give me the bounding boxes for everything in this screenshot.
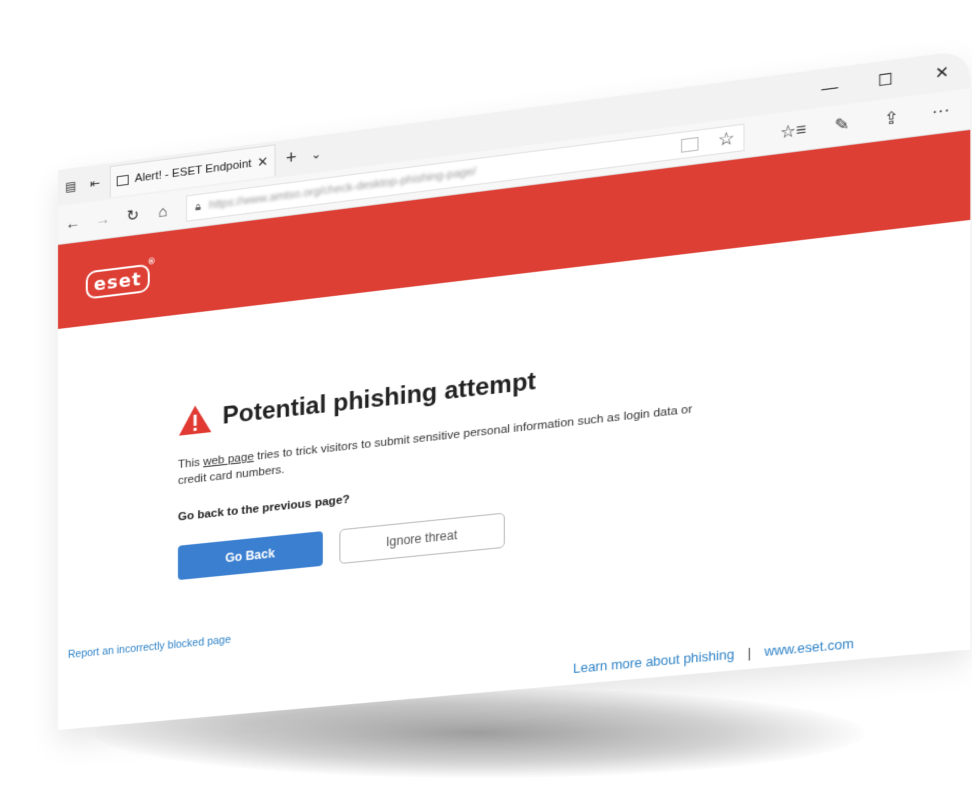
favorites-icon[interactable]: ☆≡ (769, 112, 818, 150)
footer-separator: | (747, 645, 752, 661)
stage: ▤ ⇤ Alert! - ESET Endpoint S ✕ + ⌄ — ☐ ✕… (0, 0, 972, 800)
report-blocked-page-link[interactable]: Report an incorrectly blocked page (68, 634, 231, 661)
close-window-button[interactable]: ✕ (914, 53, 971, 92)
new-tab-button[interactable]: + (286, 146, 297, 169)
tab-title: Alert! - ESET Endpoint S (134, 156, 254, 185)
footer: Learn more about phishing | www.eset.com (573, 636, 854, 676)
lock-icon: 🔒︎ (195, 200, 202, 214)
browser-window: ▤ ⇤ Alert! - ESET Endpoint S ✕ + ⌄ — ☐ ✕… (58, 49, 971, 731)
home-button[interactable]: ⌂ (148, 195, 178, 229)
maximize-button[interactable]: ☐ (858, 60, 914, 99)
minimize-button[interactable]: — (802, 68, 858, 107)
share-icon[interactable]: ⇪ (867, 99, 916, 137)
logo-registered-mark: ® (147, 256, 157, 267)
eset-site-link[interactable]: www.eset.com (764, 636, 853, 659)
back-button[interactable]: ← (58, 206, 88, 240)
reading-view-icon[interactable] (680, 136, 699, 153)
eset-logo: eset ® (85, 257, 157, 300)
page-icon (116, 174, 129, 186)
refresh-button[interactable]: ↻ (118, 198, 148, 232)
go-back-button[interactable]: Go Back (177, 531, 323, 581)
favorite-star-icon[interactable]: ☆ (718, 128, 735, 151)
tab-list-chevron-icon[interactable]: ⌄ (311, 146, 321, 162)
tab-actions-icon[interactable]: ▤ (60, 174, 82, 199)
alert-content: Potential phishing attempt This web page… (177, 333, 835, 581)
tab-close-icon[interactable]: ✕ (257, 153, 268, 171)
notes-pen-icon[interactable]: ✎ (817, 106, 866, 144)
ignore-threat-button[interactable]: Ignore threat (339, 512, 505, 565)
desc-prefix: This (177, 456, 204, 472)
web-page-link[interactable]: web page (203, 451, 254, 469)
page-title: Potential phishing attempt (222, 367, 537, 430)
button-row: Go Back Ignore threat (177, 479, 835, 581)
tabs-aside-icon[interactable]: ⇤ (84, 171, 106, 196)
learn-more-link[interactable]: Learn more about phishing (573, 647, 734, 676)
forward-button[interactable]: → (88, 202, 118, 236)
logo-text: eset (93, 268, 142, 296)
warning-icon (178, 403, 212, 436)
more-icon[interactable]: ··· (916, 93, 966, 131)
